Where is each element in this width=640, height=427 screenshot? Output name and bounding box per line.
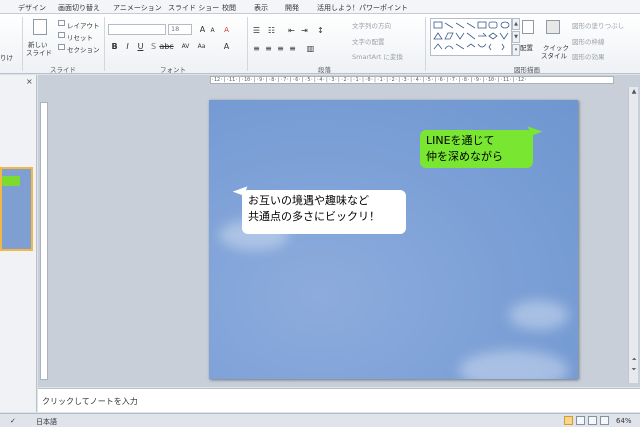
bullets-icon[interactable]: ☰ — [252, 26, 261, 35]
new-slide-label-line2[interactable]: スライド — [26, 47, 52, 57]
clipboard-format-painter[interactable]: りけ — [0, 52, 13, 62]
tab-transitions[interactable]: 画面切り替え — [58, 3, 100, 13]
paragraph-group-label: 段落 — [318, 66, 331, 74]
gallery-down-button[interactable]: ▼ — [512, 31, 520, 43]
green-speech-bubble[interactable]: LINEを通じて 仲を深めながら — [420, 130, 533, 168]
reset-icon — [58, 32, 65, 38]
align-left-icon[interactable]: ≡ — [252, 44, 261, 53]
slide-sorter-view-icon[interactable] — [576, 416, 585, 425]
arrange-button[interactable]: 配置 — [520, 42, 533, 52]
align-center-icon[interactable]: ≡ — [264, 44, 273, 53]
quick-styles-label-2[interactable]: スタイル — [541, 50, 567, 60]
shape-effects-button[interactable]: 図形の効果 — [572, 51, 605, 61]
layout-button[interactable]: レイアウト — [67, 20, 100, 30]
shapes-gallery[interactable] — [430, 18, 512, 56]
font-color-icon[interactable]: A — [222, 42, 231, 51]
section-icon — [58, 44, 65, 50]
underline-icon[interactable]: U — [136, 42, 145, 51]
ribbon: りけ 新しい スライド レイアウト リセット セクション スライド 18 A A… — [0, 14, 640, 74]
ribbon-tab-bar: デザイン 画面切り替え アニメーション スライド ショー 校閲 表示 開発 活用… — [0, 0, 640, 14]
green-bubble-line-2: 仲を深めながら — [426, 150, 503, 163]
slide-editing-area: ·12·|·11·|·10·|·9·|·8·|·7·|·6·|·5·|·4·|·… — [38, 75, 640, 387]
language-indicator[interactable]: 日本語 — [36, 417, 57, 427]
vertical-scrollbar[interactable]: ▲ ⏶ ⏷ — [628, 87, 638, 383]
shapes-gallery-icons — [433, 21, 510, 51]
horizontal-ruler: ·12·|·11·|·10·|·9·|·8·|·7·|·6·|·5·|·4·|·… — [210, 76, 614, 84]
tab-animations[interactable]: アニメーション — [113, 3, 162, 13]
normal-view-icon[interactable] — [564, 416, 573, 425]
align-text-button[interactable]: 文字の配置 — [352, 36, 385, 46]
char-spacing-icon[interactable]: AV — [180, 42, 191, 51]
status-bar: ✓ 日本語 64% — [0, 413, 640, 427]
reset-button[interactable]: リセット — [67, 32, 93, 42]
numbering-icon[interactable]: ☷ — [267, 26, 276, 35]
gallery-more-button[interactable]: ▾ — [512, 44, 520, 56]
increase-indent-icon[interactable]: ⇥ — [300, 26, 309, 35]
new-slide-icon[interactable] — [33, 19, 47, 35]
font-name-field[interactable] — [108, 24, 166, 35]
columns-icon[interactable]: ▥ — [306, 44, 315, 53]
line-spacing-icon[interactable]: ↕ — [316, 26, 325, 35]
font-size-field[interactable]: 18 — [168, 24, 192, 35]
tab-slide-show[interactable]: スライド ショー — [168, 3, 219, 13]
slide-thumbnail-preview — [0, 167, 33, 251]
green-bubble-line-1: LINEを通じて — [426, 134, 495, 147]
slides-group-label: スライド — [50, 66, 76, 74]
notes-placeholder: クリックしてノートを入力 — [42, 397, 138, 406]
shrink-font-icon[interactable]: A — [208, 26, 217, 35]
shape-fill-button[interactable]: 図形の塗りつぶし — [572, 20, 624, 30]
spellcheck-icon[interactable]: ✓ — [10, 417, 16, 425]
vertical-ruler — [40, 102, 48, 380]
clear-format-icon[interactable]: A — [222, 25, 231, 34]
cloud-decoration — [509, 300, 569, 330]
slide-thumbnail-pane: × — [0, 75, 37, 412]
text-direction-button[interactable]: 文字列の方向 — [352, 20, 391, 30]
strikethrough-icon[interactable]: abc — [159, 42, 173, 51]
grow-font-icon[interactable]: A — [198, 25, 207, 34]
powerpoint-window: デザイン 画面切り替え アニメーション スライド ショー 校閲 表示 開発 活用… — [0, 0, 640, 427]
align-right-icon[interactable]: ≡ — [276, 44, 285, 53]
scroll-up-icon[interactable]: ▲ — [630, 87, 638, 96]
drawing-group-label: 図形描画 — [514, 66, 540, 74]
scroll-prev-slide-icon[interactable]: ⏶ — [630, 355, 638, 364]
section-button[interactable]: セクション — [67, 44, 100, 54]
bold-icon[interactable]: B — [110, 42, 119, 51]
tab-developer[interactable]: 開発 — [285, 3, 299, 13]
decrease-indent-icon[interactable]: ⇤ — [287, 26, 296, 35]
slideshow-view-icon[interactable] — [600, 416, 609, 425]
white-bubble-line-1: お互いの境遇や趣味など — [248, 194, 369, 207]
gallery-up-button[interactable]: ▲ — [512, 18, 520, 30]
notes-pane[interactable]: クリックしてノートを入力 — [38, 388, 640, 412]
justify-icon[interactable]: ≡ — [288, 44, 297, 53]
tab-design[interactable]: デザイン — [18, 3, 46, 13]
shape-outline-button[interactable]: 図形の枠線 — [572, 36, 605, 46]
italic-icon[interactable]: I — [123, 42, 132, 51]
shadow-icon[interactable]: S — [149, 42, 158, 51]
smartart-button[interactable]: SmartArt に変換 — [352, 51, 403, 61]
close-pane-icon[interactable]: × — [26, 77, 33, 86]
white-speech-bubble[interactable]: お互いの境遇や趣味など 共通点の多さにビックリ！ — [242, 190, 406, 234]
reading-view-icon[interactable] — [588, 416, 597, 425]
change-case-icon[interactable]: Aa — [196, 42, 207, 51]
white-bubble-line-2: 共通点の多さにビックリ！ — [248, 210, 380, 223]
layout-icon — [58, 20, 65, 26]
tab-review[interactable]: 校閲 — [222, 3, 236, 13]
cloud-decoration — [459, 350, 569, 379]
scroll-next-slide-icon[interactable]: ⏷ — [630, 365, 638, 374]
font-group-label: フォント — [160, 66, 186, 74]
tab-addin[interactable]: 活用しよう！パワーポイント — [317, 3, 408, 13]
slide-thumbnail[interactable] — [0, 167, 33, 251]
arrange-icon[interactable] — [522, 20, 534, 34]
thumbnail-green-bubble — [2, 176, 20, 186]
zoom-level[interactable]: 64% — [616, 417, 632, 425]
quick-styles-icon[interactable] — [546, 20, 560, 34]
slide-canvas[interactable]: LINEを通じて 仲を深めながら お互いの境遇や趣味など 共通点の多さにビックリ… — [209, 100, 578, 379]
tab-view[interactable]: 表示 — [254, 3, 268, 13]
